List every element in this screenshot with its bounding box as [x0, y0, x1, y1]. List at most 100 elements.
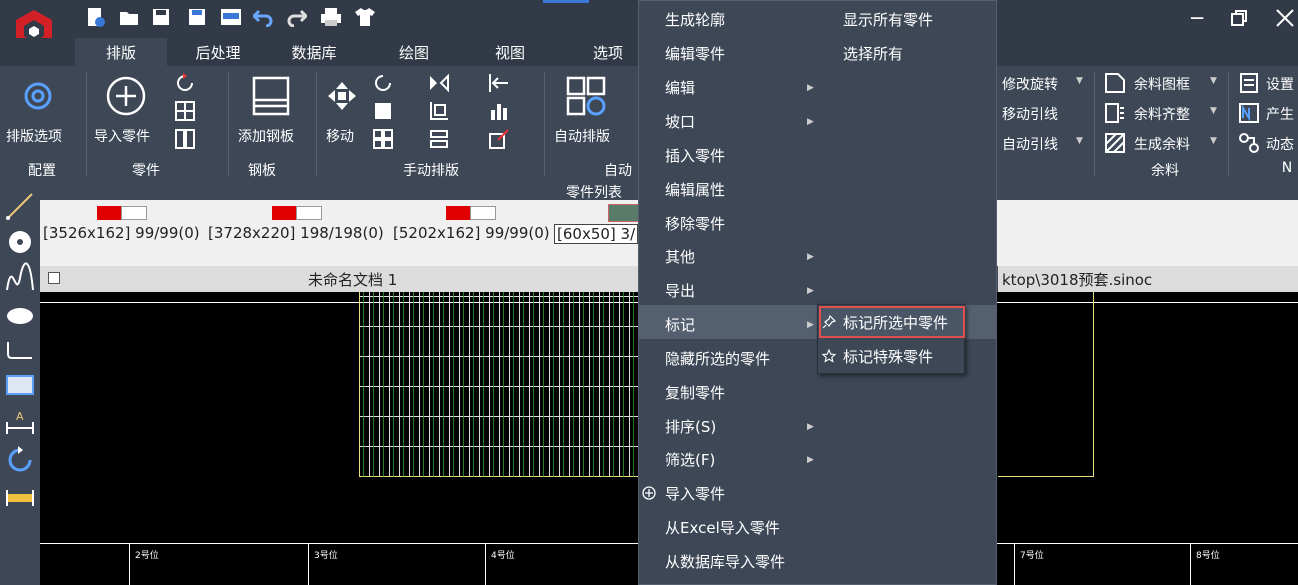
tab-database[interactable]: 数据库 [268, 38, 360, 66]
menu-item-export[interactable]: 导出 [665, 280, 695, 301]
menu-item-import-database[interactable]: 从数据库导入零件 [665, 551, 785, 572]
import-parts-button[interactable]: 导入零件 [94, 126, 150, 146]
doc-tab[interactable]: ktop\3018预套.sinoc [998, 266, 1298, 292]
undo-icon[interactable] [252, 6, 274, 28]
align-corner-icon[interactable] [428, 100, 450, 122]
rectangle-tool-icon[interactable] [4, 370, 36, 402]
part-item[interactable]: [3526x162] 99/99(0) [43, 224, 200, 242]
new-file-icon[interactable] [84, 6, 106, 28]
nc-icon[interactable] [1238, 102, 1260, 124]
shirt-icon[interactable] [354, 6, 376, 28]
dropdown-arrow-icon[interactable]: ▼ [1210, 136, 1217, 146]
part-thumbnail[interactable] [272, 206, 322, 220]
ellipse-tool-icon[interactable] [4, 298, 36, 330]
edit-box-icon[interactable] [488, 128, 510, 150]
dwg-export-icon[interactable] [220, 6, 242, 28]
submenu-item-mark-special[interactable]: 标记特殊零件 [843, 346, 933, 367]
part-item-selected[interactable]: [60x50] 3/ [554, 224, 639, 244]
menu-item-import-excel[interactable]: 从Excel导入零件 [665, 517, 780, 538]
sheet-icon[interactable] [250, 74, 292, 122]
add-circle-icon[interactable] [104, 74, 148, 122]
menu-item-edit-attributes[interactable]: 编辑属性 [665, 179, 725, 200]
menu-item-filter[interactable]: 筛选(F) [665, 449, 715, 470]
dynamic-button[interactable]: 动态 [1266, 134, 1294, 154]
menu-item-edit[interactable]: 编辑 [665, 77, 695, 98]
dimension-tool-icon[interactable]: A [4, 406, 36, 438]
swap-icon[interactable] [428, 128, 450, 150]
columns-icon[interactable] [174, 128, 196, 150]
nested-parts-grid[interactable] [359, 292, 640, 477]
minimize-button[interactable]: ─ [1174, 2, 1220, 34]
menu-item-copy-part[interactable]: 复制零件 [665, 382, 725, 403]
menu-item-generate-contour[interactable]: 生成轮廓 [665, 9, 725, 30]
menu-item-bevel[interactable]: 坡口 [665, 111, 695, 132]
polyline-tool-icon[interactable] [4, 334, 36, 366]
produce-button[interactable]: 产生 [1266, 104, 1294, 124]
move-leader-button[interactable]: 移动引线 [1002, 104, 1058, 124]
part-thumbnail[interactable] [97, 206, 147, 220]
align-left-icon[interactable] [488, 72, 510, 94]
dropdown-arrow-icon[interactable]: ▼ [1210, 106, 1217, 116]
tab-nesting[interactable]: 排版 [75, 38, 167, 66]
remnant-frame-icon[interactable] [1104, 72, 1126, 94]
menu-item-hide-selected[interactable]: 隐藏所选的零件 [665, 348, 770, 369]
close-button[interactable] [1262, 2, 1298, 34]
move-button[interactable]: 移动 [326, 126, 354, 146]
auto-nest-icon[interactable] [566, 76, 608, 122]
menu-item-mark[interactable]: 标记 [665, 314, 695, 335]
add-sheet-button[interactable]: 添加钢板 [238, 126, 294, 146]
doc-tab-active[interactable]: 未命名文档 1 [40, 266, 638, 292]
maximize-button[interactable] [1216, 2, 1262, 34]
dropdown-arrow-icon[interactable]: ▼ [1210, 76, 1217, 86]
print-icon[interactable] [320, 6, 342, 28]
menu-item-remove-part[interactable]: 移除零件 [665, 213, 725, 234]
settings-button[interactable]: 设置 [1266, 74, 1294, 94]
menu-item-edit-part[interactable]: 编辑零件 [665, 43, 725, 64]
menu-item-insert-part[interactable]: 插入零件 [665, 145, 725, 166]
measure-tool-icon[interactable] [4, 482, 36, 514]
part-item[interactable]: [5202x162] 99/99(0) [393, 224, 550, 242]
rotate-icon[interactable] [174, 72, 196, 94]
gen-remnant-icon[interactable] [1104, 132, 1126, 154]
square-icon[interactable] [372, 100, 394, 122]
remnant-align-icon[interactable] [1104, 102, 1126, 124]
modify-rotate-button[interactable]: 修改旋转 [1002, 74, 1058, 94]
dropdown-arrow-icon[interactable]: ▼ [1076, 136, 1083, 146]
open-folder-icon[interactable] [118, 6, 140, 28]
dynamic-icon[interactable] [1238, 132, 1260, 154]
menu-item-import-parts[interactable]: 导入零件 [665, 483, 725, 504]
nest-options-button[interactable]: 排版选项 [6, 126, 62, 146]
gear-icon[interactable] [18, 76, 58, 120]
refresh-tool-icon[interactable] [4, 444, 36, 476]
tab-draw[interactable]: 绘图 [368, 38, 460, 66]
circle-tool-icon[interactable] [4, 226, 36, 258]
auto-nest-button[interactable]: 自动排版 [554, 126, 610, 146]
redo-icon[interactable] [286, 6, 308, 28]
menu-item-select-all[interactable]: 选择所有 [843, 43, 903, 64]
part-thumbnail[interactable] [446, 206, 496, 220]
part-thumbnail-selected[interactable] [608, 204, 640, 222]
remnant-align-button[interactable]: 余料齐整 [1134, 104, 1190, 124]
bars-icon[interactable] [488, 100, 510, 122]
tab-post-process[interactable]: 后处理 [172, 38, 264, 66]
mirror-icon[interactable] [428, 72, 450, 94]
gen-remnant-button[interactable]: 生成余料 [1134, 134, 1190, 154]
grid4-icon[interactable] [372, 128, 394, 150]
settings-icon[interactable] [1238, 72, 1260, 94]
line-tool-icon[interactable] [4, 190, 36, 222]
dropdown-arrow-icon[interactable]: ▼ [1076, 76, 1083, 86]
save-icon[interactable] [150, 6, 172, 28]
submenu-item-mark-selected[interactable]: 标记所选中零件 [843, 312, 948, 333]
save-as-icon[interactable] [186, 6, 208, 28]
rotate-small-icon[interactable] [372, 72, 394, 94]
part-item[interactable]: [3728x220] 198/198(0) [208, 224, 384, 242]
remnant-frame-button[interactable]: 余料图框 [1134, 74, 1190, 94]
spline-tool-icon[interactable] [4, 262, 36, 294]
tab-view[interactable]: 视图 [464, 38, 556, 66]
menu-item-show-all-parts[interactable]: 显示所有零件 [843, 9, 933, 30]
move-arrows-icon[interactable] [326, 80, 358, 116]
grid-icon[interactable] [174, 100, 196, 122]
menu-item-sort[interactable]: 排序(S) [665, 416, 716, 437]
auto-leader-button[interactable]: 自动引线 [1002, 134, 1058, 154]
menu-item-other[interactable]: 其他 [665, 246, 695, 267]
